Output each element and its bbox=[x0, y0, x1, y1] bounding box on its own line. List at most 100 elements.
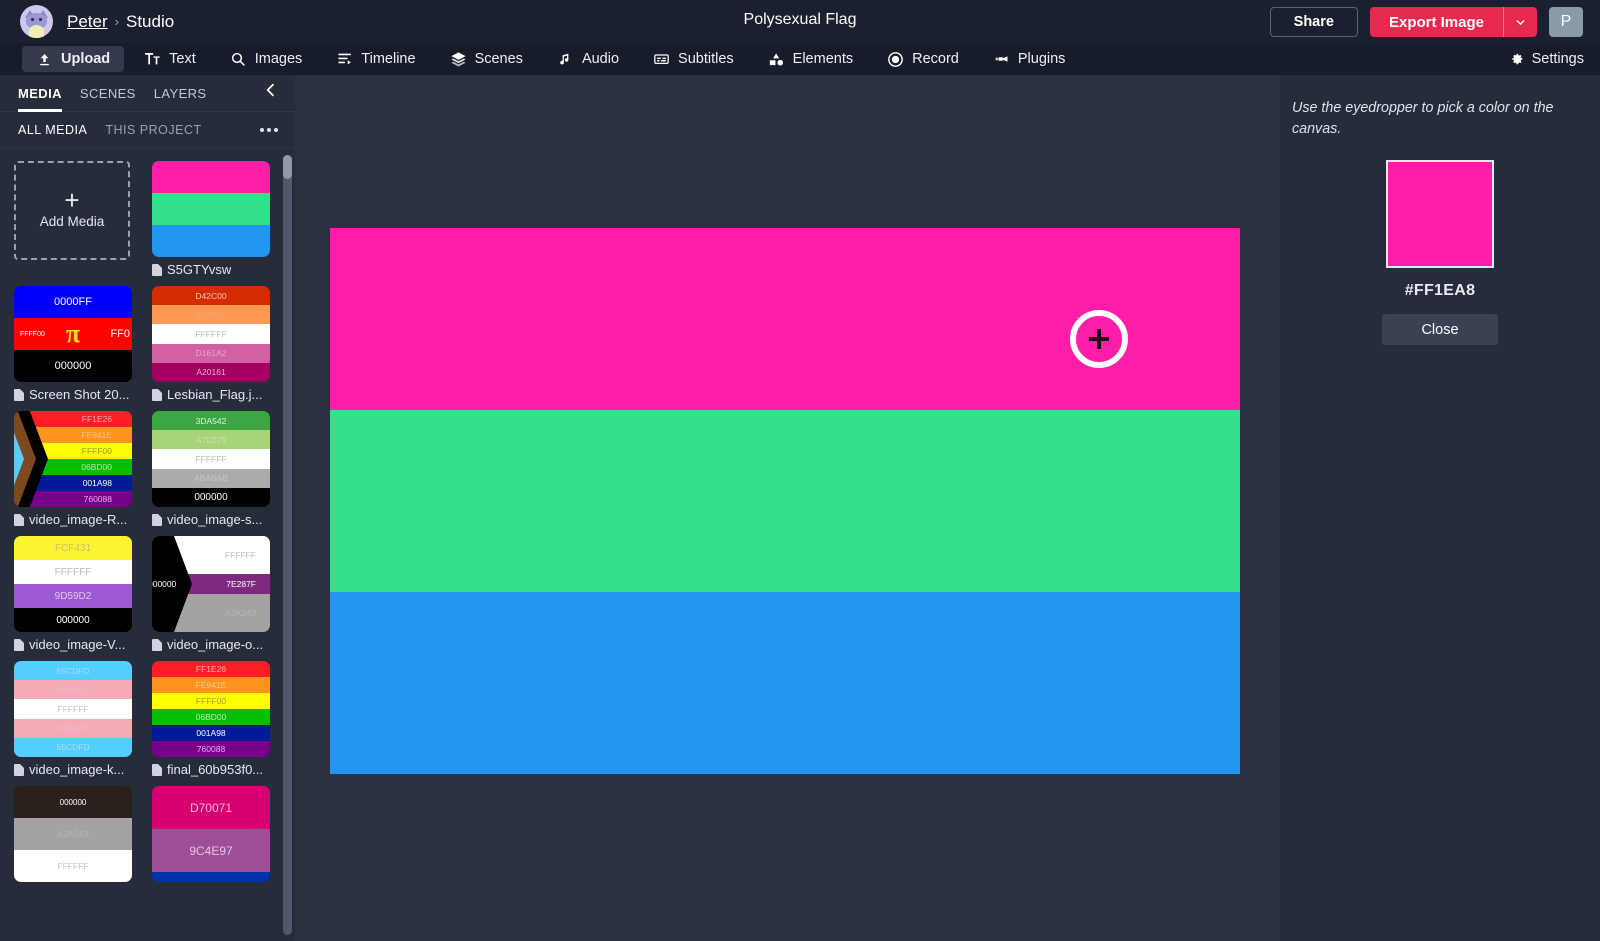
music-note-icon bbox=[557, 51, 574, 68]
nav-label-subtitles: Subtitles bbox=[678, 51, 734, 67]
media-thumbnail[interactable]: D70071 9C4E97 bbox=[152, 786, 270, 882]
list-item[interactable]: D70071 9C4E97 bbox=[152, 786, 270, 882]
list-item[interactable]: 0000FF FFFF00 π FF0 000000 Screen Shot 2… bbox=[14, 286, 132, 402]
breadcrumb-project[interactable]: Studio bbox=[126, 12, 174, 32]
breadcrumb: Peter › Studio bbox=[67, 12, 174, 32]
nav-item-timeline[interactable]: Timeline bbox=[322, 46, 429, 72]
media-name: Screen Shot 20... bbox=[29, 387, 129, 402]
media-name-row: video_image-k... bbox=[14, 762, 132, 777]
media-grid: + Add Media S5GTYvsw 0000FF bbox=[0, 149, 295, 891]
settings-button[interactable]: Settings bbox=[1509, 50, 1584, 69]
plug-icon bbox=[993, 51, 1010, 68]
nav-item-elements[interactable]: Elements bbox=[754, 46, 867, 72]
nav-label-scenes: Scenes bbox=[475, 51, 523, 67]
add-media-label: Add Media bbox=[40, 214, 105, 229]
cat-body-icon bbox=[29, 25, 44, 38]
nav-label-audio: Audio bbox=[582, 51, 619, 67]
file-icon bbox=[152, 514, 162, 526]
export-options-dropdown[interactable] bbox=[1503, 7, 1537, 37]
stripe-label: 55CDFD bbox=[14, 661, 132, 680]
list-item[interactable]: FF1E26 FE941E FFFF00 06BD00 001A98 76008… bbox=[14, 411, 132, 527]
media-thumbnail[interactable]: 3DA542 A7D379 FFFFFF ABABAB 000000 bbox=[152, 411, 270, 507]
chevron-label: 000000 bbox=[152, 579, 176, 589]
close-button[interactable]: Close bbox=[1382, 314, 1498, 345]
file-icon bbox=[14, 764, 24, 776]
file-icon bbox=[152, 639, 162, 651]
list-item[interactable]: FFFFFF 7E287F A3A3A3 000000 video_image-… bbox=[152, 536, 270, 652]
stripe-label: F6AAB7 bbox=[14, 719, 132, 738]
share-button[interactable]: Share bbox=[1270, 7, 1358, 37]
stripe-label: 0000FF bbox=[14, 286, 132, 318]
nav-item-text[interactable]: Text bbox=[130, 46, 210, 72]
nav-item-images[interactable]: Images bbox=[216, 46, 317, 72]
stripe-sublabel: FFFF00 bbox=[20, 331, 45, 338]
nav-label-record: Record bbox=[912, 51, 959, 67]
stripe-label: FFFFFF bbox=[152, 449, 270, 468]
media-thumbnail[interactable]: 55CDFD F6AAB7 FFFFFF F6AAB7 55CDFD bbox=[14, 661, 132, 757]
chevron-left-icon[interactable] bbox=[263, 82, 279, 101]
more-horizontal-icon[interactable] bbox=[260, 128, 278, 132]
add-media-button[interactable]: + Add Media bbox=[14, 161, 130, 260]
top-bar-actions: Share Export Image P bbox=[1270, 7, 1583, 37]
nav-item-record[interactable]: Record bbox=[873, 46, 973, 72]
media-name: Lesbian_Flag.j... bbox=[167, 387, 262, 402]
nav-item-upload[interactable]: Upload bbox=[22, 46, 124, 72]
sidebar-tab-layers[interactable]: LAYERS bbox=[154, 75, 207, 112]
list-item[interactable]: D42C00 FD9855 FFFFFF D161A2 A20161 Lesbi… bbox=[152, 286, 270, 402]
nav-item-plugins[interactable]: Plugins bbox=[979, 46, 1080, 72]
media-list-scroll-area[interactable]: + Add Media S5GTYvsw 0000FF bbox=[0, 149, 295, 941]
list-item[interactable]: FF1E26 FE941E FFFF00 06BD00 001A98 76008… bbox=[152, 661, 270, 777]
media-thumbnail[interactable]: 0000FF FFFF00 π FF0 000000 bbox=[14, 286, 132, 382]
filter-all-media[interactable]: ALL MEDIA bbox=[18, 123, 87, 137]
filter-this-project[interactable]: THIS PROJECT bbox=[105, 123, 201, 137]
media-thumbnail[interactable]: FCF431 FFFFFF 9D59D2 000000 bbox=[14, 536, 132, 632]
export-image-button[interactable]: Export Image bbox=[1370, 7, 1503, 37]
stripe-label: A7D379 bbox=[152, 430, 270, 449]
sidebar-scrollbar-thumb[interactable] bbox=[283, 155, 292, 179]
nav-label-timeline: Timeline bbox=[361, 51, 415, 67]
text-icon bbox=[144, 51, 161, 68]
media-thumbnail[interactable]: FF1E26 FE941E FFFF00 06BD00 001A98 76008… bbox=[152, 661, 270, 757]
media-name: video_image-o... bbox=[167, 637, 263, 652]
breadcrumb-user-link[interactable]: Peter bbox=[67, 12, 108, 32]
nav-label-elements: Elements bbox=[793, 51, 853, 67]
media-thumbnail[interactable]: 000000 A3A3A3 FFFFFF bbox=[14, 786, 132, 882]
green-band[interactable] bbox=[330, 410, 1240, 592]
media-name-row: S5GTYvsw bbox=[152, 262, 270, 277]
list-item[interactable]: 55CDFD F6AAB7 FFFFFF F6AAB7 55CDFD video… bbox=[14, 661, 132, 777]
canvas-area[interactable] bbox=[295, 75, 1280, 941]
file-icon bbox=[14, 514, 24, 526]
media-thumbnail[interactable]: FF1E26 FE941E FFFF00 06BD00 001A98 76008… bbox=[14, 411, 132, 507]
media-name-row: video_image-o... bbox=[152, 637, 270, 652]
media-thumbnail[interactable]: FFFFFF 7E287F A3A3A3 000000 bbox=[152, 536, 270, 632]
nav-item-audio[interactable]: Audio bbox=[543, 46, 633, 72]
media-filter-row: ALL MEDIA THIS PROJECT bbox=[0, 112, 295, 148]
file-icon bbox=[152, 264, 162, 276]
stripe-label: FFFFFF bbox=[14, 699, 132, 718]
media-thumbnail[interactable]: D42C00 FD9855 FFFFFF D161A2 A20161 bbox=[152, 286, 270, 382]
stripe-label: D161A2 bbox=[152, 344, 270, 363]
sidebar-scrollbar[interactable] bbox=[283, 155, 292, 935]
media-sidebar: MEDIA SCENES LAYERS ALL MEDIA THIS PROJE… bbox=[0, 75, 295, 941]
list-item[interactable]: S5GTYvsw bbox=[152, 161, 270, 277]
sidebar-tab-scenes[interactable]: SCENES bbox=[80, 75, 136, 112]
sidebar-tab-media[interactable]: MEDIA bbox=[18, 75, 62, 112]
list-item[interactable]: 3DA542 A7D379 FFFFFF ABABAB 000000 video… bbox=[152, 411, 270, 527]
user-profile-chip[interactable]: P bbox=[1549, 7, 1583, 37]
stripe-label: FE941E bbox=[152, 677, 270, 693]
list-item[interactable]: 000000 A3A3A3 FFFFFF bbox=[14, 786, 132, 882]
blue-band[interactable] bbox=[330, 592, 1240, 774]
media-name-row: Screen Shot 20... bbox=[14, 387, 132, 402]
stripe-label: FD9855 bbox=[152, 305, 270, 324]
media-thumbnail[interactable] bbox=[152, 161, 270, 257]
breadcrumb-separator-icon: › bbox=[115, 14, 119, 29]
eyedropper-panel: Use the eyedropper to pick a color on th… bbox=[1280, 75, 1600, 941]
nav-item-subtitles[interactable]: Subtitles bbox=[639, 46, 748, 72]
sidebar-tabs: MEDIA SCENES LAYERS bbox=[0, 75, 295, 112]
media-name-row: Lesbian_Flag.j... bbox=[152, 387, 270, 402]
avatar[interactable] bbox=[20, 5, 53, 38]
nav-item-scenes[interactable]: Scenes bbox=[436, 46, 537, 72]
stripe-label: FFFF00 bbox=[152, 693, 270, 709]
list-item[interactable]: FCF431 FFFFFF 9D59D2 000000 video_image-… bbox=[14, 536, 132, 652]
stripe-label: 9C4E97 bbox=[152, 829, 270, 872]
